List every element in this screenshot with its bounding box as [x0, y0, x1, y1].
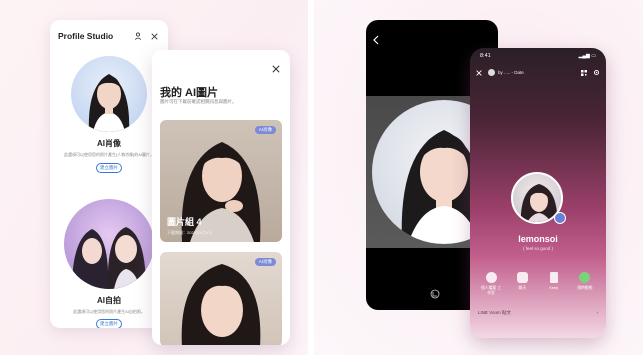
- create-portrait-button[interactable]: 建立圖片: [96, 162, 122, 173]
- profile-music[interactable]: by ..... - Date: [488, 68, 581, 76]
- signal-battery-icon: ▂▄▆ ▭: [578, 53, 596, 59]
- ai-portrait-desc: 此選項可以使用您的照片產生[人物肖像]的AI圖片。: [63, 152, 154, 157]
- card-header: Profile Studio: [50, 20, 168, 52]
- status-message[interactable]: ( feel so good ): [470, 246, 606, 251]
- ai-selfie-image: [64, 198, 154, 289]
- back-icon[interactable]: [372, 32, 380, 45]
- settings-icon[interactable]: [593, 63, 600, 81]
- ai-portrait-tag: AI肖像: [254, 258, 276, 266]
- ai-portrait-image: [71, 56, 147, 132]
- edit-avatar-icon[interactable]: [554, 212, 566, 224]
- qr-code-icon[interactable]: [581, 63, 587, 81]
- profile-topbar: by ..... - Date: [476, 66, 600, 78]
- ai-selfie-title: AI自拍: [97, 295, 121, 305]
- studio-icon: [485, 272, 497, 283]
- voom-bar[interactable]: LINE Voom 貼文 ›: [478, 310, 598, 316]
- action-label: 聊天: [518, 286, 527, 290]
- crop-rotate-icon[interactable]: [430, 286, 440, 299]
- card-title: Profile Studio: [58, 31, 114, 41]
- my-ai-images-card: 我的 AI圖片 圖片可在下載前確認相關訊息與圖片。 AI肖像 圖片組 4 下載期…: [152, 50, 290, 345]
- story-action[interactable]: 限時動態: [574, 272, 596, 295]
- close-icon[interactable]: [476, 63, 482, 81]
- chat-action[interactable]: 聊天: [511, 272, 533, 295]
- chevron-right-icon: ›: [596, 310, 599, 315]
- keep-action[interactable]: Keep: [543, 272, 565, 295]
- action-label: Keep: [549, 286, 559, 290]
- chat-icon: [516, 272, 528, 283]
- photo-set-date: 下載期限：2023年8月8日: [167, 230, 213, 235]
- page-subtitle: 圖片可在下載前確認相關訊息與圖片。: [160, 99, 237, 104]
- story-icon: [579, 272, 591, 283]
- bookmark-icon: [549, 272, 558, 283]
- profile-studio-card: Profile Studio AI肖像 此選項可以使用您的照片產生[人物肖像]的…: [50, 20, 168, 328]
- ai-selfie-desc: 此選項可以使用您的照片產生AI自拍照。: [73, 308, 145, 314]
- profile-name: lemonsoi: [518, 234, 558, 244]
- action-label: 個人檔案 工作室: [480, 286, 502, 295]
- profile-actions: 個人檔案 工作室 聊天 Keep 限時動態: [480, 272, 596, 295]
- status-time: 8:41: [480, 53, 491, 59]
- music-title: by ..... - Date: [498, 69, 524, 75]
- profile-phone-screen: 8:41 ▂▄▆ ▭ by ..... - Date lemonsoi ( fe…: [470, 48, 606, 338]
- ai-portrait-title: AI肖像: [97, 139, 121, 148]
- music-icon: [488, 68, 495, 76]
- close-icon[interactable]: [272, 60, 282, 73]
- action-label: 限時動態: [577, 286, 593, 290]
- voom-label: LINE Voom 貼文: [478, 310, 512, 315]
- photo-set-card[interactable]: AI肖像 圖片組 4 下載期限：2023年8月8日: [160, 120, 282, 242]
- photo-set-card[interactable]: AI肖像: [160, 252, 282, 345]
- ai-portrait-tag: AI肖像: [254, 126, 276, 134]
- close-icon[interactable]: [148, 30, 160, 42]
- profile-studio-action[interactable]: 個人檔案 工作室: [480, 272, 502, 295]
- page-title: 我的 AI圖片: [160, 87, 219, 99]
- create-selfie-button[interactable]: 建立圖片: [96, 319, 122, 328]
- user-icon[interactable]: [132, 30, 144, 42]
- photo-set-title: 圖片組 4: [167, 217, 202, 227]
